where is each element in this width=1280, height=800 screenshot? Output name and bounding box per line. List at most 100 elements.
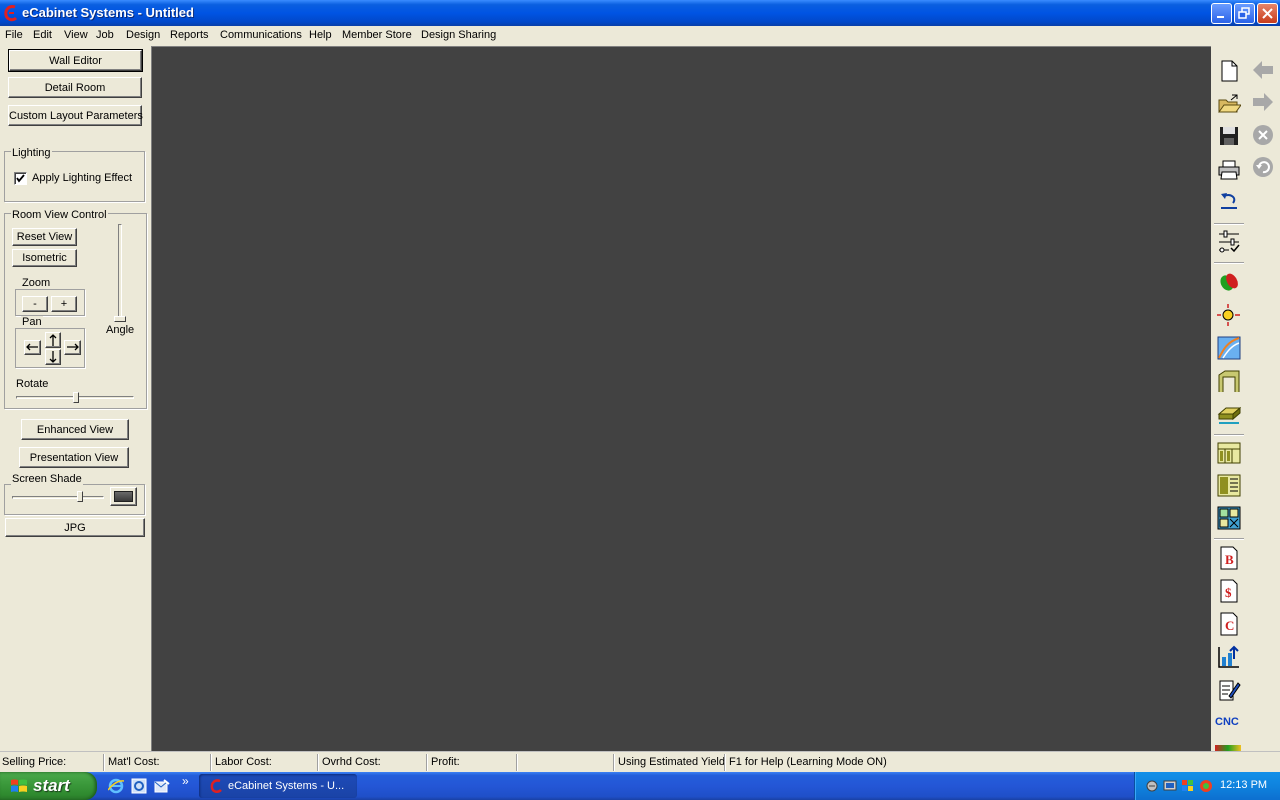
cutting-layout-icon — [1217, 506, 1241, 530]
optimizer-button[interactable] — [1215, 504, 1243, 532]
report-c-letter: C — [1225, 618, 1235, 633]
cabinet-frame-button[interactable] — [1215, 367, 1243, 395]
angle-slider-thumb[interactable] — [114, 316, 126, 322]
arrow-left-icon — [1253, 61, 1273, 79]
menu-job[interactable]: Job — [93, 28, 117, 42]
save-button[interactable] — [1215, 122, 1243, 150]
undo-icon — [1221, 193, 1237, 209]
parts-list-icon — [1217, 474, 1241, 497]
new-file-button[interactable] — [1215, 57, 1243, 85]
tray-flag-icon[interactable] — [1181, 779, 1195, 793]
apply-lighting-checkbox[interactable] — [14, 172, 27, 185]
report-dollar-letter: $ — [1225, 585, 1232, 600]
arrow-up-icon — [49, 334, 57, 346]
tray-app-icon[interactable] — [1199, 779, 1213, 793]
refresh-button[interactable] — [1249, 153, 1277, 181]
jpg-button[interactable]: JPG — [5, 518, 145, 537]
frame-3d-icon — [1218, 370, 1240, 392]
system-tray: 12:13 PM — [1134, 772, 1280, 800]
export-button[interactable] — [1215, 643, 1243, 671]
menu-communications[interactable]: Communications — [217, 28, 305, 42]
room-viewport[interactable] — [151, 46, 1211, 751]
window-title: eCabinet Systems - Untitled — [22, 5, 194, 20]
arrow-down-icon — [49, 351, 57, 363]
undo-button[interactable] — [1215, 188, 1243, 216]
close-button[interactable] — [1257, 3, 1278, 24]
app-icon — [210, 779, 222, 793]
outlook-express-icon[interactable] — [154, 778, 170, 794]
lighting-group-label: Lighting — [11, 147, 52, 159]
back-button[interactable] — [1249, 56, 1277, 84]
right-toolbar: B $ C CNC — [1211, 46, 1280, 751]
materials-button[interactable] — [1215, 268, 1243, 296]
rotate-slider-thumb[interactable] — [73, 392, 79, 403]
menu-member-store[interactable]: Member Store — [339, 28, 415, 42]
restore-button[interactable] — [1234, 3, 1255, 24]
isometric-button[interactable]: Isometric — [12, 249, 77, 267]
cnc-button[interactable]: CNC — [1215, 709, 1243, 737]
menu-design-sharing[interactable]: Design Sharing — [418, 28, 499, 42]
shade-color-button[interactable] — [110, 487, 137, 506]
minimize-icon — [1217, 16, 1224, 18]
custom-layout-parameters-button[interactable]: Custom Layout Parameters — [8, 105, 143, 126]
zoom-label: Zoom — [21, 277, 52, 289]
angle-label: Angle — [106, 324, 135, 336]
reset-view-button[interactable]: Reset View — [12, 228, 77, 246]
menu-view[interactable]: View — [61, 28, 91, 42]
stop-button[interactable] — [1249, 121, 1277, 149]
title-bar[interactable]: eCabinet Systems - Untitled — [0, 0, 1280, 26]
molding-button[interactable] — [1215, 334, 1243, 362]
zoom-in-button[interactable]: + — [51, 296, 77, 312]
bill-report-button[interactable]: B — [1215, 544, 1243, 572]
room-view-control-label: Room View Control — [11, 209, 108, 221]
taskbar-item-ecabinet[interactable]: eCabinet Systems - U... — [199, 774, 357, 798]
parts-list-button[interactable] — [1215, 471, 1243, 499]
angle-slider[interactable] — [118, 224, 122, 319]
restore-icon — [1238, 7, 1250, 19]
open-folder-button[interactable] — [1215, 90, 1243, 118]
new-file-icon — [1221, 60, 1238, 82]
screen-shade-slider[interactable] — [12, 496, 104, 499]
wall-editor-button[interactable]: Wall Editor — [8, 49, 143, 72]
document-edit-button[interactable] — [1215, 676, 1243, 704]
cost-report-button[interactable]: $ — [1215, 577, 1243, 605]
tray-display-icon[interactable] — [1163, 779, 1177, 793]
browser-icon[interactable] — [131, 778, 147, 794]
print-button[interactable] — [1215, 155, 1243, 183]
quick-launch-chevron[interactable]: » — [182, 774, 189, 788]
light-bulb-icon — [1217, 304, 1240, 326]
lighting-tool-button[interactable] — [1215, 301, 1243, 329]
apply-lighting-label[interactable]: Apply Lighting Effect — [32, 172, 132, 184]
minimize-button[interactable] — [1211, 3, 1232, 24]
internet-explorer-icon[interactable] — [108, 778, 124, 794]
menu-file[interactable]: File — [2, 28, 26, 42]
detail-room-button[interactable]: Detail Room — [8, 77, 142, 98]
countertop-icon — [1217, 406, 1241, 424]
status-yield: Using Estimated Yield — [616, 754, 725, 771]
menu-help[interactable]: Help — [306, 28, 335, 42]
app-icon — [4, 5, 18, 22]
document-edit-icon — [1219, 680, 1241, 701]
pan-down-button[interactable] — [45, 349, 61, 365]
enhanced-view-button[interactable]: Enhanced View — [21, 419, 129, 440]
menu-edit[interactable]: Edit — [30, 28, 55, 42]
menu-reports[interactable]: Reports — [167, 28, 212, 42]
pan-left-button[interactable] — [24, 340, 41, 355]
start-label: start — [33, 776, 70, 795]
forward-button[interactable] — [1249, 88, 1277, 116]
zoom-out-button[interactable]: - — [22, 296, 48, 312]
countertop-button[interactable] — [1215, 400, 1243, 428]
toolbar-separator — [1214, 434, 1244, 436]
presentation-view-button[interactable]: Presentation View — [19, 447, 129, 468]
report-b-letter: B — [1225, 552, 1234, 567]
windows-logo-icon — [11, 779, 27, 792]
tray-network-icon[interactable] — [1145, 779, 1159, 793]
cabinet-library-button[interactable] — [1215, 438, 1243, 466]
pan-up-button[interactable] — [45, 332, 61, 348]
pan-right-button[interactable] — [64, 340, 81, 355]
menu-design[interactable]: Design — [123, 28, 163, 42]
start-button[interactable]: start — [0, 772, 97, 800]
parameters-button[interactable] — [1215, 228, 1243, 256]
screen-shade-slider-thumb[interactable] — [77, 491, 83, 502]
cut-report-button[interactable]: C — [1215, 610, 1243, 638]
